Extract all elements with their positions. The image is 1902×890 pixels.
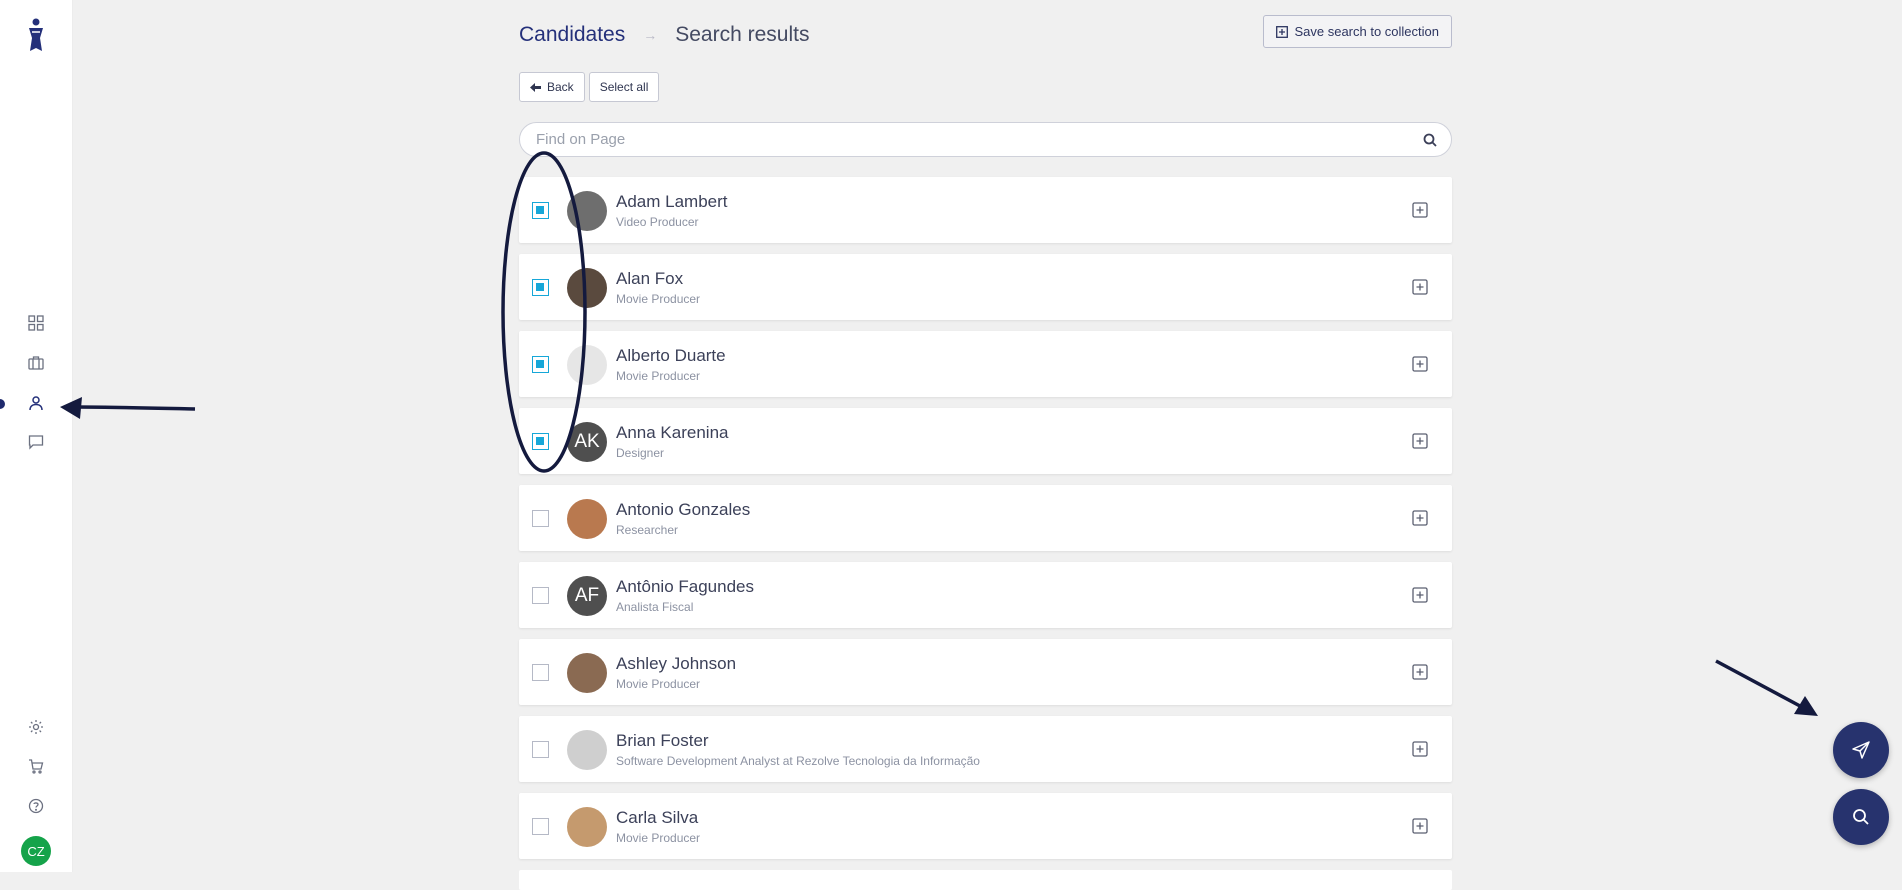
candidate-row[interactable]: Brian Foster Software Development Analyst… bbox=[519, 716, 1452, 782]
candidate-name[interactable]: Anna Karenina bbox=[616, 423, 728, 443]
grid-icon bbox=[28, 315, 44, 331]
candidate-name[interactable]: Adam Lambert bbox=[616, 192, 728, 212]
cart-icon bbox=[29, 759, 44, 774]
candidate-checkbox[interactable] bbox=[532, 587, 549, 604]
candidate-row[interactable]: Carla Silva Movie Producer bbox=[519, 793, 1452, 859]
candidate-name[interactable]: Ashley Johnson bbox=[616, 654, 736, 674]
back-button[interactable]: Back bbox=[519, 72, 585, 102]
candidate-role: Movie Producer bbox=[616, 292, 701, 306]
candidate-avatar bbox=[567, 191, 607, 231]
candidate-role: Movie Producer bbox=[616, 677, 701, 691]
candidate-role: Designer bbox=[616, 446, 665, 460]
candidate-avatar bbox=[567, 807, 607, 847]
candidate-checkbox[interactable] bbox=[532, 818, 549, 835]
candidate-row-partial bbox=[519, 870, 1452, 890]
candidate-name[interactable]: Alberto Duarte bbox=[616, 346, 726, 366]
candidate-row[interactable]: AK Anna Karenina Designer bbox=[519, 408, 1452, 474]
candidate-role: Movie Producer bbox=[616, 831, 701, 845]
candidate-role: Movie Producer bbox=[616, 369, 701, 383]
candidate-checkbox[interactable] bbox=[532, 433, 549, 450]
main-content: Candidates → Search results Save search … bbox=[519, 0, 1452, 890]
candidate-name[interactable]: Carla Silva bbox=[616, 808, 698, 828]
candidate-avatar: AF bbox=[567, 576, 607, 616]
add-to-collection-icon[interactable] bbox=[1412, 433, 1428, 449]
candidate-avatar bbox=[567, 653, 607, 693]
candidate-avatar bbox=[567, 499, 607, 539]
candidate-row[interactable]: Ashley Johnson Movie Producer bbox=[519, 639, 1452, 705]
add-to-collection-icon[interactable] bbox=[1412, 741, 1428, 757]
sidebar-item-jobs[interactable] bbox=[24, 351, 48, 375]
add-to-collection-icon[interactable] bbox=[1412, 202, 1428, 218]
breadcrumb: Candidates → Search results bbox=[519, 20, 809, 50]
find-on-page-bar bbox=[519, 122, 1452, 157]
find-on-page-input[interactable] bbox=[534, 130, 1423, 149]
add-to-collection-icon[interactable] bbox=[1412, 818, 1428, 834]
candidate-role: Software Development Analyst at Rezolve … bbox=[616, 754, 980, 768]
select-all-label: Select all bbox=[599, 80, 649, 94]
plus-square-icon bbox=[1276, 25, 1289, 38]
search-fab-button[interactable] bbox=[1833, 789, 1889, 845]
breadcrumb-candidates[interactable]: Candidates bbox=[519, 23, 625, 47]
back-label: Back bbox=[547, 80, 574, 94]
candidate-name[interactable]: Alan Fox bbox=[616, 269, 683, 289]
candidate-avatar bbox=[567, 268, 607, 308]
add-to-collection-icon[interactable] bbox=[1412, 664, 1428, 680]
sidebar-item-messages[interactable] bbox=[24, 430, 48, 454]
candidate-role: Researcher bbox=[616, 523, 679, 537]
candidate-row[interactable]: Antonio Gonzales Researcher bbox=[519, 485, 1452, 551]
candidate-checkbox[interactable] bbox=[532, 279, 549, 296]
candidate-row[interactable]: AF Antônio Fagundes Analista Fiscal bbox=[519, 562, 1452, 628]
gear-icon bbox=[29, 720, 43, 734]
select-all-button[interactable]: Select all bbox=[588, 72, 660, 102]
send-fab-button[interactable] bbox=[1833, 722, 1889, 778]
annotation-arrow-fab bbox=[1715, 659, 1818, 716]
sidebar-item-help[interactable] bbox=[24, 794, 48, 818]
user-avatar[interactable]: CZ bbox=[21, 836, 51, 866]
add-to-collection-icon[interactable] bbox=[1412, 356, 1428, 372]
candidate-row[interactable]: Adam Lambert Video Producer bbox=[519, 177, 1452, 243]
candidate-row[interactable]: Alan Fox Movie Producer bbox=[519, 254, 1452, 320]
candidate-role: Video Producer bbox=[616, 215, 699, 229]
candidate-checkbox[interactable] bbox=[532, 741, 549, 758]
send-icon bbox=[1852, 741, 1870, 759]
briefcase-icon bbox=[28, 356, 44, 370]
active-indicator bbox=[0, 399, 5, 409]
candidate-checkbox[interactable] bbox=[532, 202, 549, 219]
sidebar-item-dashboard[interactable] bbox=[24, 311, 48, 335]
sidebar: CZ bbox=[0, 0, 73, 872]
save-search-button[interactable]: Save search to collection bbox=[1263, 15, 1452, 48]
candidate-name[interactable]: Brian Foster bbox=[616, 731, 709, 751]
logo-icon[interactable] bbox=[24, 18, 48, 52]
candidate-name[interactable]: Antonio Gonzales bbox=[616, 500, 750, 520]
candidate-name[interactable]: Antônio Fagundes bbox=[616, 577, 754, 597]
avatar-initials: AF bbox=[574, 585, 600, 606]
user-icon bbox=[29, 396, 43, 411]
candidate-row[interactable]: Alberto Duarte Movie Producer bbox=[519, 331, 1452, 397]
candidate-avatar bbox=[567, 345, 607, 385]
add-to-collection-icon[interactable] bbox=[1412, 510, 1428, 526]
search-icon[interactable] bbox=[1423, 133, 1437, 147]
breadcrumb-separator: → bbox=[643, 27, 658, 43]
chat-icon bbox=[28, 435, 44, 450]
add-to-collection-icon[interactable] bbox=[1412, 587, 1428, 603]
candidate-role: Analista Fiscal bbox=[616, 600, 694, 614]
candidate-checkbox[interactable] bbox=[532, 664, 549, 681]
annotation-arrow-sidebar bbox=[60, 397, 196, 419]
search-icon bbox=[1853, 809, 1869, 825]
candidate-avatar: AK bbox=[567, 422, 607, 462]
help-icon bbox=[28, 798, 44, 814]
sidebar-item-cart[interactable] bbox=[24, 754, 48, 778]
sidebar-item-settings[interactable] bbox=[24, 715, 48, 739]
sidebar-item-candidates[interactable] bbox=[24, 391, 48, 415]
page-title: Search results bbox=[675, 23, 810, 46]
toolbar: Back Select all bbox=[519, 72, 660, 102]
candidate-list: Adam Lambert Video Producer Alan Fox Movie … bbox=[519, 177, 1452, 890]
candidate-checkbox[interactable] bbox=[532, 356, 549, 373]
candidate-avatar bbox=[567, 730, 607, 770]
avatar-initials: AK bbox=[574, 431, 600, 452]
add-to-collection-icon[interactable] bbox=[1412, 279, 1428, 295]
save-search-label: Save search to collection bbox=[1294, 24, 1439, 39]
arrow-left-icon bbox=[530, 82, 541, 92]
candidate-checkbox[interactable] bbox=[532, 510, 549, 527]
